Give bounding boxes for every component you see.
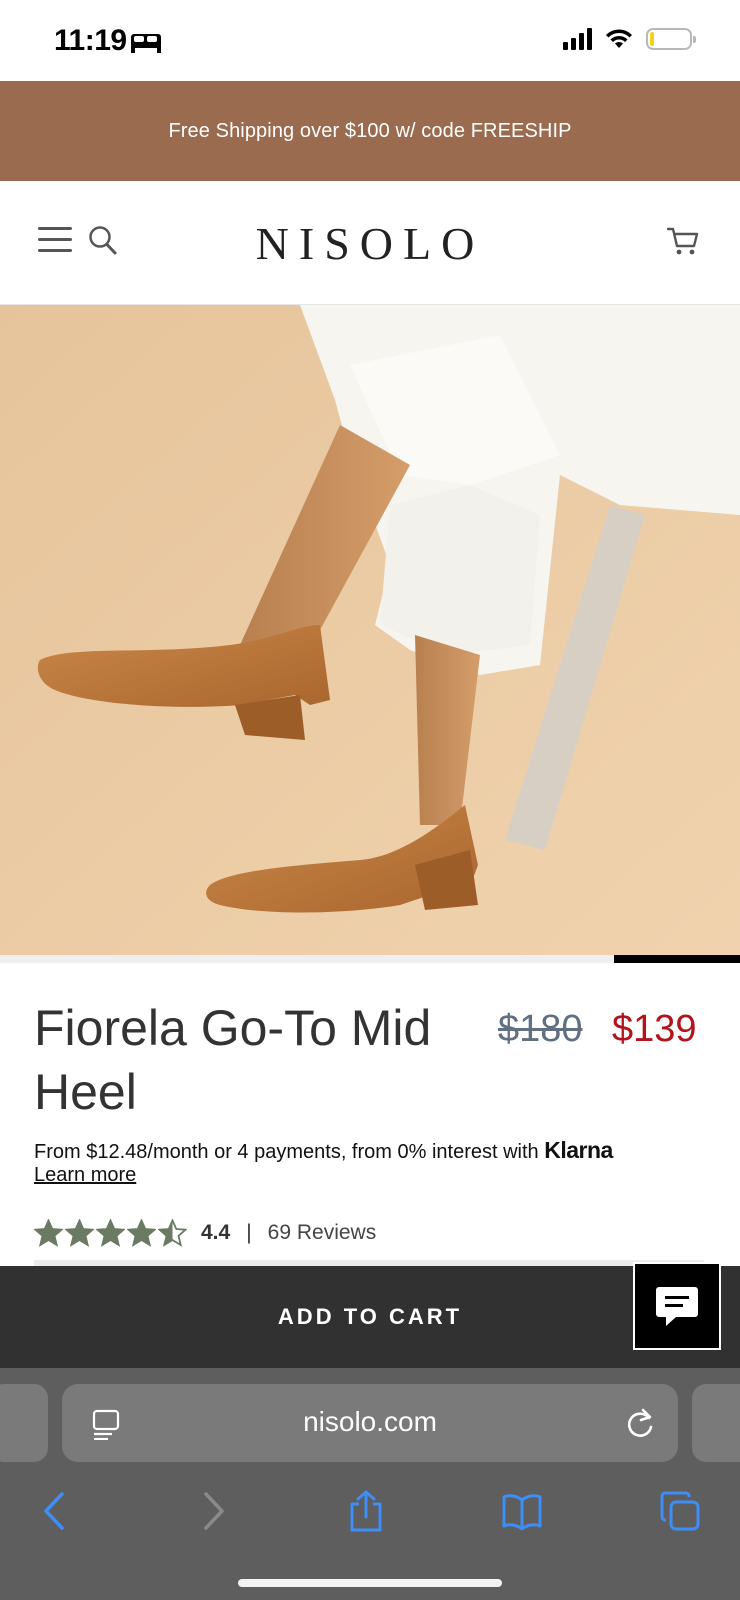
rating-value: 4.4 (201, 1221, 231, 1244)
next-tab-preview[interactable] (692, 1384, 740, 1462)
status-indicators (563, 28, 696, 50)
financing-info: From $12.48/month or 4 payments, from 0%… (34, 1136, 724, 1166)
cart-icon[interactable] (666, 225, 700, 257)
financing-text: From $12.48/month or 4 payments, from 0%… (34, 1141, 539, 1163)
browser-toolbar (0, 1478, 740, 1548)
wifi-icon (606, 29, 632, 48)
site-header: NISOLO (0, 181, 740, 305)
product-photo (0, 305, 740, 955)
star-full-icon (96, 1219, 125, 1247)
browser-chrome: nisolo.com (0, 1368, 740, 1600)
sale-price: $139 (612, 1008, 697, 1050)
home-indicator (238, 1579, 502, 1587)
star-full-icon (34, 1219, 63, 1247)
product-title: Fiorela Go-To Mid Heel (34, 1000, 432, 1120)
star-half-icon (158, 1219, 187, 1247)
product-rating[interactable]: 4.4 | 69 Reviews (34, 1218, 376, 1248)
battery-icon (646, 28, 696, 50)
back-icon[interactable] (36, 1490, 76, 1532)
bookmarks-icon[interactable] (502, 1490, 542, 1532)
add-to-cart-button[interactable]: ADD TO CART (0, 1266, 740, 1368)
promo-banner[interactable]: Free Shipping over $100 w/ code FREESHIP (0, 81, 740, 181)
status-time: 11:19 (54, 24, 127, 57)
reload-icon[interactable] (624, 1406, 656, 1440)
product-image[interactable] (0, 305, 740, 955)
previous-tab-preview[interactable] (0, 1384, 48, 1462)
status-bar: 11:19 (0, 0, 740, 81)
promo-text: Free Shipping over $100 w/ code FREESHIP (168, 119, 572, 142)
original-price: $180 (498, 1008, 583, 1050)
share-icon[interactable] (346, 1490, 386, 1532)
url-text: nisolo.com (303, 1406, 437, 1437)
cellular-signal-icon (563, 28, 592, 50)
forward-icon[interactable] (192, 1490, 232, 1532)
sleep-mode-icon (131, 34, 161, 53)
add-to-cart-label: ADD TO CART (277, 1304, 463, 1329)
image-carousel-progress (0, 955, 740, 963)
chat-icon (656, 1287, 698, 1326)
learn-more-link[interactable]: Learn more (34, 1164, 136, 1187)
chat-button[interactable] (633, 1262, 721, 1350)
rating-separator: | (246, 1221, 252, 1244)
site-logo[interactable]: NISOLO (0, 217, 740, 270)
star-rating (34, 1219, 187, 1247)
klarna-logo: Klarna (544, 1137, 613, 1163)
review-count[interactable]: 69 Reviews (268, 1221, 377, 1245)
address-bar[interactable]: nisolo.com (62, 1384, 678, 1462)
star-full-icon (127, 1219, 156, 1247)
star-full-icon (65, 1219, 94, 1247)
tabs-icon[interactable] (660, 1490, 700, 1532)
carousel-indicator (614, 955, 740, 963)
